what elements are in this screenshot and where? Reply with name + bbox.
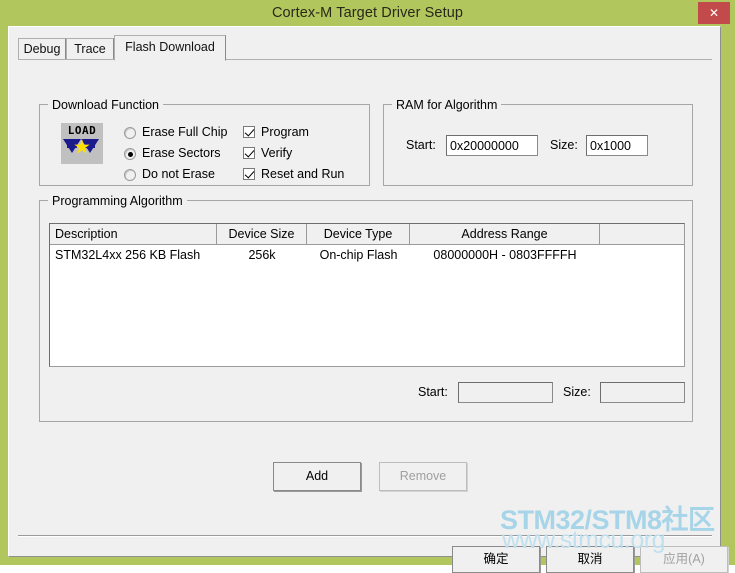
cell-address-range: 08000000H - 0803FFFFH bbox=[433, 248, 577, 262]
checkbox-reset-and-run[interactable]: Reset and Run bbox=[243, 165, 344, 183]
group-download-function-title: Download Function bbox=[48, 98, 164, 112]
dialog-client-area: Debug Trace Flash Download Download Func… bbox=[8, 26, 728, 573]
group-ram-for-algorithm-title: RAM for Algorithm bbox=[392, 98, 502, 112]
checkbox-verify-icon bbox=[243, 147, 255, 159]
algorithm-size-label: Size: bbox=[563, 385, 591, 399]
title-bar: Cortex-M Target Driver Setup ✕ bbox=[0, 0, 735, 26]
group-download-function: Download Function LOAD Erase Full Chip E… bbox=[39, 98, 370, 186]
cancel-button[interactable]: 取消 bbox=[546, 546, 634, 573]
column-header-device-size[interactable]: Device Size bbox=[217, 224, 307, 244]
column-header-description[interactable]: Description bbox=[50, 224, 217, 244]
algorithm-list-header: Description Device Size Device Type Addr… bbox=[50, 224, 684, 245]
close-button[interactable]: ✕ bbox=[698, 2, 730, 24]
group-programming-algorithm: Programming Algorithm Description Device… bbox=[39, 194, 693, 422]
cell-description: STM32L4xx 256 KB Flash bbox=[55, 248, 201, 262]
column-header-spacer[interactable] bbox=[600, 224, 684, 244]
algorithm-start-input[interactable] bbox=[458, 382, 553, 403]
checkbox-reset-and-run-icon bbox=[243, 168, 255, 180]
algorithm-list[interactable]: Description Device Size Device Type Addr… bbox=[49, 223, 685, 367]
checkbox-program-label: Program bbox=[261, 125, 309, 139]
ok-button[interactable]: 确定 bbox=[452, 546, 540, 573]
radio-do-not-erase-icon bbox=[124, 169, 136, 181]
add-button[interactable]: Add bbox=[273, 462, 361, 491]
load-icon: LOAD bbox=[61, 123, 103, 164]
radio-do-not-erase[interactable]: Do not Erase bbox=[124, 165, 215, 183]
radio-erase-full-chip[interactable]: Erase Full Chip bbox=[124, 123, 227, 141]
radio-erase-full-chip-icon bbox=[124, 127, 136, 139]
tab-strip: Debug Trace Flash Download bbox=[18, 35, 712, 61]
table-row[interactable]: STM32L4xx 256 KB Flash 256k On-chip Flas… bbox=[50, 245, 684, 266]
ram-start-label: Start: bbox=[406, 138, 436, 152]
tab-flash-download[interactable]: Flash Download bbox=[114, 35, 226, 61]
tab-page-flash-download: Download Function LOAD Erase Full Chip E… bbox=[18, 60, 713, 517]
ram-size-input[interactable] bbox=[586, 135, 648, 156]
checkbox-program-icon bbox=[243, 126, 255, 138]
ram-start-input[interactable] bbox=[446, 135, 538, 156]
cell-device-type: On-chip Flash bbox=[319, 248, 398, 262]
group-ram-for-algorithm: RAM for Algorithm Start: Size: bbox=[383, 98, 693, 186]
algorithm-start-label: Start: bbox=[418, 385, 448, 399]
button-bar-separator bbox=[18, 535, 712, 537]
apply-button: 应用(A) bbox=[640, 546, 728, 573]
radio-do-not-erase-label: Do not Erase bbox=[142, 167, 215, 181]
ram-size-label: Size: bbox=[550, 138, 578, 152]
tab-debug[interactable]: Debug bbox=[18, 38, 66, 60]
radio-erase-full-chip-label: Erase Full Chip bbox=[142, 125, 228, 139]
checkbox-verify[interactable]: Verify bbox=[243, 144, 292, 162]
dialog-window: Cortex-M Target Driver Setup ✕ Debug Tra… bbox=[0, 0, 735, 573]
tab-trace[interactable]: Trace bbox=[66, 38, 114, 60]
close-icon: ✕ bbox=[708, 6, 720, 20]
column-header-address-range[interactable]: Address Range bbox=[410, 224, 600, 244]
radio-erase-sectors[interactable]: Erase Sectors bbox=[124, 144, 221, 162]
group-programming-algorithm-title: Programming Algorithm bbox=[48, 194, 187, 208]
checkbox-verify-label: Verify bbox=[261, 146, 293, 160]
checkbox-program[interactable]: Program bbox=[243, 123, 309, 141]
load-icon-label: LOAD bbox=[67, 124, 97, 137]
checkbox-reset-and-run-label: Reset and Run bbox=[261, 167, 345, 181]
cell-device-size: 256k bbox=[248, 248, 276, 262]
remove-button: Remove bbox=[379, 462, 467, 491]
column-header-device-type[interactable]: Device Type bbox=[307, 224, 410, 244]
algorithm-size-input[interactable] bbox=[600, 382, 685, 403]
radio-erase-sectors-label: Erase Sectors bbox=[142, 146, 221, 160]
radio-erase-sectors-icon bbox=[124, 148, 136, 160]
window-title: Cortex-M Target Driver Setup bbox=[271, 5, 464, 21]
